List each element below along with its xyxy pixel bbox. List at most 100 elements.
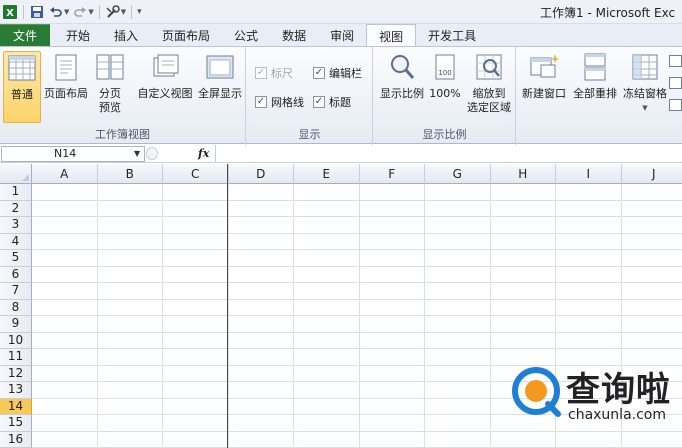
tab-view[interactable]: 视图 — [366, 24, 417, 47]
row-header-11[interactable]: 11 — [0, 349, 32, 366]
column-header-b[interactable]: B — [97, 164, 163, 184]
new-window-icon — [528, 51, 560, 83]
svg-text:100: 100 — [438, 69, 451, 77]
redo-dropdown-icon[interactable]: ▼ — [88, 8, 93, 16]
normal-view-label: 普通 — [11, 88, 33, 101]
gridlines-check-icon: ✓ — [255, 96, 267, 108]
custom-views-button[interactable]: 自定义视图 — [136, 51, 194, 101]
gridline-vertical — [424, 184, 425, 448]
tab-file[interactable]: 文件 — [0, 24, 50, 46]
gridline-horizontal — [32, 199, 682, 201]
column-header-d[interactable]: D — [228, 164, 294, 184]
window-title: 工作簿1 - Microsoft Exc — [540, 6, 676, 20]
unhide-icon[interactable] — [669, 99, 682, 111]
row-header-6[interactable]: 6 — [0, 266, 32, 283]
gridline-horizontal — [32, 265, 682, 267]
page-break-preview-button[interactable]: 分页 预览 — [92, 51, 128, 115]
watermark-logo-icon — [512, 367, 561, 417]
gridline-vertical — [96, 184, 98, 448]
zoom-button[interactable]: 显示比例 — [377, 51, 427, 101]
gridline-horizontal — [32, 331, 682, 333]
formula-bar-divider — [215, 145, 216, 163]
column-header-j[interactable]: J — [621, 164, 682, 184]
insert-function-icon[interactable]: fx — [198, 147, 209, 160]
row-header-12[interactable]: 12 — [0, 365, 32, 382]
tab-home[interactable]: 开始 — [54, 24, 102, 46]
column-header-e[interactable]: E — [294, 164, 360, 184]
ribbon-tabs: 文件 开始 插入 页面布局 公式 数据 审阅 视图 开发工具 — [0, 24, 682, 47]
freeze-panes-label: 冻结窗格 — [623, 87, 667, 100]
undo-dropdown-icon[interactable]: ▼ — [64, 8, 69, 16]
row-header-7[interactable]: 7 — [0, 283, 32, 300]
new-window-button[interactable]: 新建窗口 — [520, 51, 568, 101]
tool-icon[interactable] — [105, 4, 121, 20]
name-box-value: N14 — [54, 147, 77, 160]
gridline-vertical — [162, 184, 163, 448]
gridlines-checkbox[interactable]: ✓ 网格线 — [255, 94, 304, 110]
watermark-logo: 查询啦 chaxunla.com — [510, 362, 682, 423]
group-label-zoom: 显示比例 — [422, 128, 467, 141]
tab-insert[interactable]: 插入 — [102, 24, 150, 46]
ruler-checkbox[interactable]: ✓ 标尺 — [255, 65, 293, 81]
gridlines-label: 网格线 — [271, 96, 304, 109]
row-header-5[interactable]: 5 — [0, 250, 32, 267]
page-layout-view-label: 页面布局 — [44, 87, 88, 100]
row-header-9[interactable]: 9 — [0, 316, 32, 333]
save-icon[interactable] — [29, 4, 45, 20]
column-header-c[interactable]: C — [163, 164, 229, 184]
row-header-13[interactable]: 13 — [0, 382, 32, 399]
zoom-to-selection-button[interactable]: 缩放到 选定区域 — [464, 51, 514, 115]
gridline-horizontal — [32, 315, 682, 316]
zoom-100-label: 100% — [429, 87, 461, 100]
row-header-2[interactable]: 2 — [0, 200, 32, 217]
tab-review[interactable]: 审阅 — [318, 24, 366, 46]
zoom-100-button[interactable]: 100 100% — [428, 51, 462, 101]
headings-label: 标题 — [329, 96, 351, 109]
formula-bar-checkbox[interactable]: ✓ 编辑栏 — [313, 65, 362, 81]
split-icon[interactable] — [669, 55, 682, 67]
row-header-1[interactable]: 1 — [0, 184, 32, 201]
row-header-15[interactable]: 15 — [0, 415, 32, 432]
freeze-panes-button[interactable]: 冻结窗格 ▼ — [622, 51, 668, 115]
formula-bar-resize-handle[interactable] — [146, 147, 158, 160]
row-header-8[interactable]: 8 — [0, 299, 32, 316]
custom-views-label: 自定义视图 — [137, 87, 193, 100]
tab-page-layout[interactable]: 页面布局 — [150, 24, 222, 46]
formula-input[interactable] — [218, 146, 680, 162]
page-break-preview-icon — [94, 51, 126, 83]
full-screen-label: 全屏显示 — [198, 87, 242, 100]
tab-developer[interactable]: 开发工具 — [416, 24, 488, 46]
column-header-h[interactable]: H — [490, 164, 556, 184]
page-break-line — [227, 164, 228, 448]
undo-icon[interactable] — [48, 4, 64, 20]
tab-data[interactable]: 数据 — [270, 24, 318, 46]
redo-icon[interactable] — [72, 4, 88, 20]
name-box-dropdown-icon[interactable]: ▼ — [134, 149, 140, 158]
name-box[interactable]: N14 ▼ — [1, 145, 145, 162]
row-header-14[interactable]: 14 — [0, 398, 32, 415]
column-header-a[interactable]: A — [32, 164, 98, 184]
row-header-10[interactable]: 10 — [0, 332, 32, 349]
new-window-label: 新建窗口 — [522, 87, 566, 100]
page-layout-view-button[interactable]: 页面布局 — [43, 51, 89, 101]
tab-formulas[interactable]: 公式 — [222, 24, 270, 46]
tool-dropdown-icon[interactable]: ▼ — [121, 8, 126, 16]
hide-icon[interactable] — [669, 77, 682, 89]
gridline-horizontal — [32, 348, 682, 349]
page-layout-view-icon — [50, 51, 82, 83]
normal-view-button[interactable]: 普通 — [3, 51, 41, 123]
column-header-f[interactable]: F — [359, 164, 425, 184]
excel-icon[interactable]: X — [2, 4, 18, 20]
row-header-4[interactable]: 4 — [0, 233, 32, 250]
column-header-g[interactable]: G — [425, 164, 491, 184]
row-header-16[interactable]: 16 — [0, 431, 32, 448]
full-screen-button[interactable]: 全屏显示 — [196, 51, 244, 101]
customize-qat-icon[interactable]: ▾ — [137, 7, 142, 17]
arrange-all-button[interactable]: 全部重排 — [570, 51, 620, 101]
gridline-horizontal — [32, 249, 682, 250]
headings-checkbox[interactable]: ✓ 标题 — [313, 94, 351, 110]
select-all-corner[interactable] — [0, 164, 32, 184]
column-header-i[interactable]: I — [556, 164, 622, 184]
row-header-3[interactable]: 3 — [0, 217, 32, 234]
group-label-workbook-views: 工作簿视图 — [95, 128, 150, 141]
